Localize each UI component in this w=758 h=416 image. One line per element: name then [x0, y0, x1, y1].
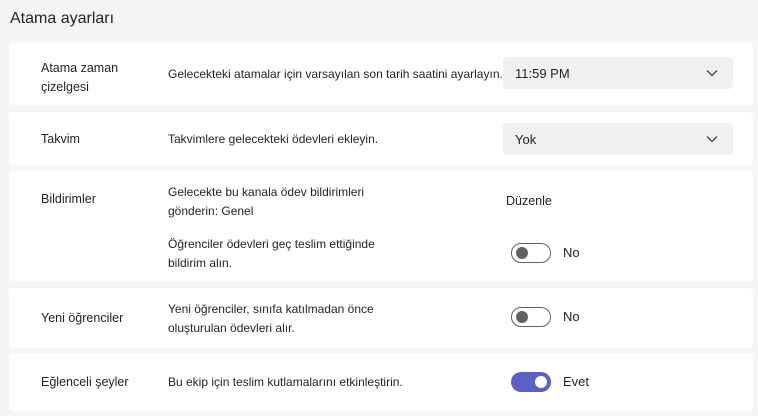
calendar-label: Takvim — [41, 132, 80, 146]
page-title: Atama ayarları — [10, 10, 115, 27]
chevron-down-icon — [706, 136, 718, 143]
new-students-line1: Yeni öğrenciler, sınıfa katılmadan önce — [168, 302, 374, 316]
celebrations-toggle[interactable] — [511, 372, 551, 392]
channel-notification-line1: Gelecekte bu kanala ödev bildirimleri — [168, 185, 365, 199]
late-notification-toggle[interactable] — [511, 243, 551, 263]
edit-link[interactable]: Düzenle — [506, 194, 552, 208]
notifications-label: Bildirimler — [41, 192, 96, 206]
fun-stuff-description: Bu ekip için teslim kutlamalarını etkinl… — [168, 375, 403, 389]
schedule-description: Gelecekteki atamalar için varsayılan son… — [168, 67, 503, 81]
calendar-card: Takvim Takvimlere gelecekteki ödevleri e… — [9, 112, 753, 165]
toggle-knob — [516, 247, 528, 259]
new-students-state: No — [563, 309, 580, 324]
late-notification-line1: Öğrenciler ödevleri geç teslim ettiğinde — [168, 237, 375, 251]
new-students-card: Yeni öğrenciler Yeni öğrenciler, sınıfa … — [9, 288, 753, 348]
late-notification-state: No — [563, 245, 580, 260]
new-students-toggle[interactable] — [511, 307, 551, 327]
channel-notification-line2: gönderin: Genel — [168, 204, 254, 218]
fun-stuff-label: Eğlenceli şeyler — [41, 375, 129, 389]
celebrations-state: Evet — [563, 374, 590, 389]
schedule-label-line1: Atama zaman — [41, 61, 119, 75]
notifications-card: Bildirimler Gelecekte bu kanala ödev bil… — [9, 171, 753, 281]
toggle-knob — [535, 376, 547, 388]
due-time-value: 11:59 PM — [515, 65, 570, 81]
fun-stuff-card: Eğlenceli şeyler Bu ekip için teslim kut… — [9, 353, 753, 411]
new-students-label: Yeni öğrenciler — [41, 311, 124, 325]
channel-notification-text: Gelecekte bu kanala ödev bildirimleri gö… — [168, 183, 364, 221]
calendar-dropdown[interactable]: Yok — [503, 123, 733, 155]
new-students-text: Yeni öğrenciler, sınıfa katılmadan önce … — [168, 300, 374, 338]
schedule-card: Atama zaman çizelgesi Gelecekteki atamal… — [9, 43, 753, 105]
toggle-knob — [516, 311, 528, 323]
new-students-line2: oluşturulan ödevleri alır. — [168, 321, 295, 335]
chevron-down-icon — [706, 70, 718, 77]
calendar-description: Takvimlere gelecekteki ödevleri ekleyin. — [168, 132, 379, 146]
schedule-label-line2: çizelgesi — [41, 80, 89, 94]
due-time-dropdown[interactable]: 11:59 PM — [503, 57, 733, 89]
late-notification-text: Öğrenciler ödevleri geç teslim ettiğinde… — [168, 235, 375, 273]
calendar-value: Yok — [515, 131, 537, 147]
schedule-label: Atama zaman çizelgesi — [41, 59, 118, 97]
late-notification-line2: bildirim alın. — [168, 256, 233, 270]
